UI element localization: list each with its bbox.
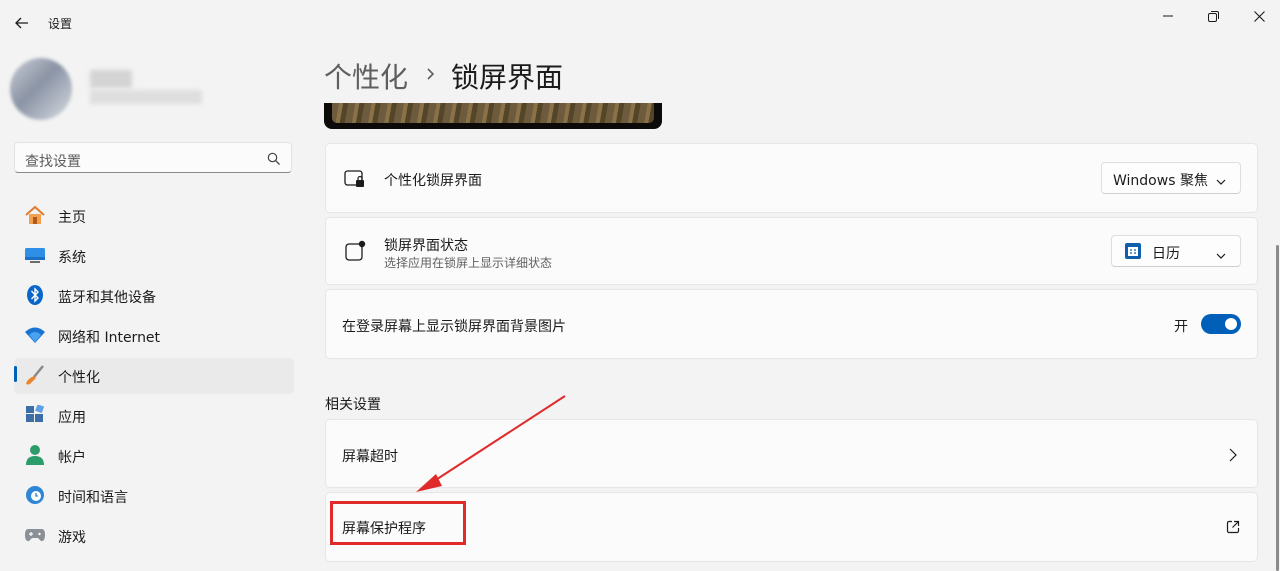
search-icon[interactable] xyxy=(267,151,281,165)
avatar[interactable] xyxy=(10,58,72,120)
account-icon xyxy=(24,444,46,466)
annotation-highlight-box xyxy=(330,501,466,545)
close-button[interactable] xyxy=(1248,6,1270,26)
close-icon xyxy=(1253,10,1265,22)
apps-icon xyxy=(24,404,46,426)
show-background-title: 在登录屏幕上显示锁屏界面背景图片 xyxy=(342,319,566,335)
sidebar-label-home: 主页 xyxy=(58,210,86,226)
show-background-toggle[interactable] xyxy=(1201,314,1241,334)
bluetooth-icon xyxy=(24,284,46,306)
sidebar-label-personalization: 个性化 xyxy=(58,370,100,386)
status-icon xyxy=(343,239,367,263)
sidebar-item-accounts[interactable] xyxy=(14,438,294,474)
lock-screen-status-value: 日历 xyxy=(1152,246,1180,262)
chevron-down-icon xyxy=(1215,246,1227,265)
breadcrumb-chevron-icon xyxy=(422,62,440,86)
selection-indicator xyxy=(14,366,17,382)
search-placeholder[interactable]: 查找设置 xyxy=(25,151,81,171)
sidebar-item-home[interactable] xyxy=(14,198,294,234)
screen-timeout-label: 屏幕超时 xyxy=(342,449,398,465)
sidebar-item-apps[interactable] xyxy=(14,398,294,434)
sidebar-label-bluetooth: 蓝牙和其他设备 xyxy=(58,290,156,306)
lock-screen-preview xyxy=(324,103,662,129)
lock-screen-icon xyxy=(343,167,367,191)
chevron-down-icon xyxy=(1215,172,1227,191)
related-settings-title: 相关设置 xyxy=(325,397,381,413)
time-language-icon xyxy=(24,484,46,506)
app-title: 设置 xyxy=(48,17,73,31)
sidebar-label-system: 系统 xyxy=(58,250,86,266)
sidebar-item-time-language[interactable] xyxy=(14,478,294,514)
back-button[interactable] xyxy=(10,12,34,34)
lock-screen-status-title: 锁屏界面状态 xyxy=(384,238,468,254)
sidebar-item-personalization[interactable] xyxy=(14,358,294,394)
wifi-icon xyxy=(24,324,46,346)
brush-icon xyxy=(24,364,46,386)
account-email-redacted xyxy=(90,90,202,104)
sidebar-item-gaming[interactable] xyxy=(14,518,294,554)
sidebar-label-gaming: 游戏 xyxy=(58,530,86,546)
page-title: 锁屏界面 xyxy=(451,61,564,94)
minimize-icon xyxy=(1163,15,1173,17)
sidebar-label-apps: 应用 xyxy=(58,410,86,426)
sidebar-label-network: 网络和 Internet xyxy=(58,330,161,346)
personalize-lock-screen-value: Windows 聚焦 xyxy=(1113,173,1208,189)
restore-icon xyxy=(1207,10,1219,22)
minimize-button[interactable] xyxy=(1157,6,1179,26)
lock-screen-status-subtitle: 选择应用在锁屏上显示详细状态 xyxy=(384,256,553,270)
system-icon xyxy=(24,244,46,266)
calendar-icon xyxy=(1125,243,1141,263)
external-link-icon xyxy=(1226,519,1240,538)
restore-button[interactable] xyxy=(1202,6,1224,26)
back-arrow-icon xyxy=(15,17,28,29)
sidebar-label-time-language: 时间和语言 xyxy=(58,490,128,506)
sidebar-item-system[interactable] xyxy=(14,238,294,274)
personalize-lock-screen-title: 个性化锁屏界面 xyxy=(384,173,482,189)
annotation-arrow xyxy=(416,395,566,492)
chevron-right-icon xyxy=(1228,447,1238,466)
gamepad-icon xyxy=(24,524,46,546)
toggle-state-label: 开 xyxy=(1174,319,1188,335)
sidebar-label-accounts: 帐户 xyxy=(58,450,86,466)
breadcrumb-parent[interactable]: 个性化 xyxy=(324,56,408,96)
scrollbar[interactable] xyxy=(1276,245,1279,571)
account-name-redacted xyxy=(90,70,132,88)
home-icon xyxy=(24,204,46,226)
